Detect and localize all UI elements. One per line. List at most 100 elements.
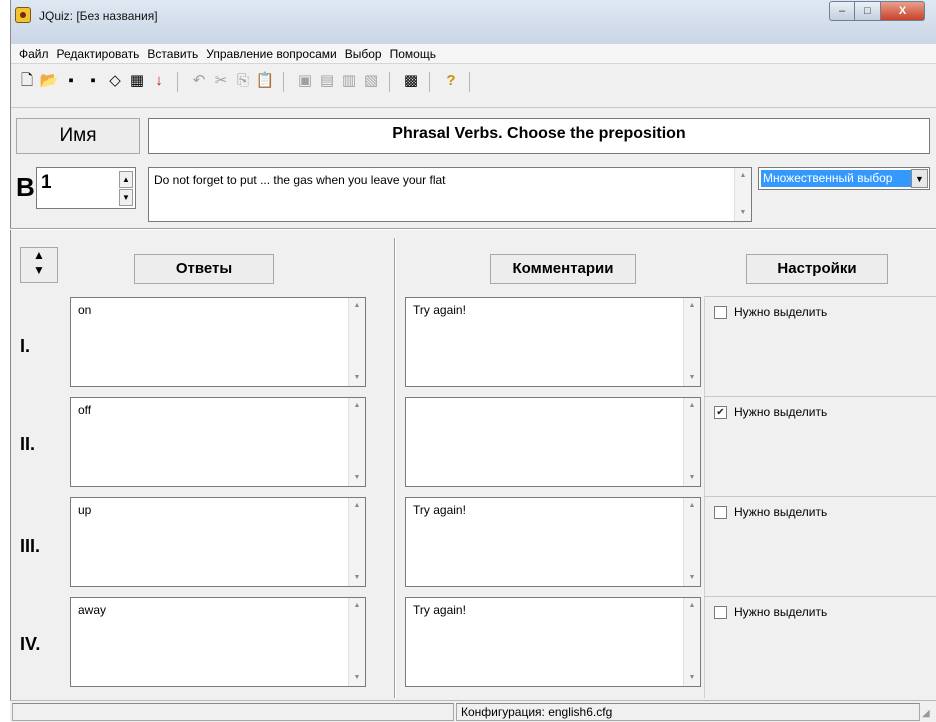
new-file-icon[interactable]: 🗋	[17, 70, 37, 92]
comment-input[interactable]: ▲ ▼	[405, 397, 701, 487]
scroll-up-icon[interactable]: ▲	[349, 298, 365, 314]
close-button[interactable]: X	[881, 1, 925, 21]
app-icon[interactable]	[15, 7, 31, 23]
copy-icon[interactable]: ⎘	[233, 70, 253, 92]
answer-scrollbar[interactable]: ▲ ▼	[348, 498, 365, 586]
answer-text[interactable]: off	[78, 403, 91, 417]
table-icon[interactable]: ▥	[339, 70, 359, 92]
scroll-down-icon[interactable]: ▼	[684, 370, 700, 386]
export-icon[interactable]: ▦	[127, 70, 147, 92]
answer-input[interactable]: up ▲ ▼	[70, 497, 366, 587]
correct-checkbox[interactable]: ✔	[714, 406, 727, 419]
question-type-select[interactable]: Множественный выбор ▼	[758, 167, 930, 190]
scroll-up-icon[interactable]: ▲	[684, 498, 700, 514]
reorder-button[interactable]: ▲ ▼	[20, 247, 58, 283]
toolbar-separator	[469, 72, 470, 92]
scroll-up-icon[interactable]: ▲	[735, 168, 751, 184]
comment-scrollbar[interactable]: ▲ ▼	[683, 298, 700, 386]
answer-input[interactable]: on ▲ ▼	[70, 297, 366, 387]
comment-input[interactable]: Try again! ▲ ▼	[405, 297, 701, 387]
question-text[interactable]: Do not forget to put ... the gas when yo…	[154, 173, 446, 187]
scroll-up-icon[interactable]: ▲	[684, 398, 700, 414]
correct-label[interactable]: Нужно выделить	[734, 605, 827, 619]
question-number-spinner[interactable]: 1 ▲ ▼	[36, 167, 136, 209]
eraser-icon[interactable]: ◇	[105, 70, 125, 92]
comment-text[interactable]: Try again!	[413, 503, 466, 517]
open-folder-icon[interactable]: 📂	[39, 70, 59, 92]
answer-text[interactable]: on	[78, 303, 91, 317]
status-config: Конфигурация: english6.cfg	[456, 703, 920, 721]
comments-button[interactable]: Комментарии	[490, 254, 636, 284]
help-icon[interactable]: ?	[441, 70, 461, 92]
answer-scrollbar[interactable]: ▲ ▼	[348, 398, 365, 486]
cut-icon[interactable]: ✂	[211, 70, 231, 92]
save-as-icon[interactable]: ▪	[83, 70, 103, 92]
menu-select[interactable]: Выбор	[341, 44, 386, 61]
spinner-down-icon[interactable]: ▼	[119, 189, 133, 206]
correct-checkbox[interactable]	[714, 506, 727, 519]
scroll-up-icon[interactable]: ▲	[684, 598, 700, 614]
name-button[interactable]: Имя	[16, 118, 140, 154]
menu-help[interactable]: Помощь	[386, 44, 440, 61]
question-text-area[interactable]: Do not forget to put ... the gas when yo…	[148, 167, 752, 222]
preview-icon[interactable]: ▩	[401, 70, 421, 92]
answer-text[interactable]: up	[78, 503, 91, 517]
scroll-up-icon[interactable]: ▲	[349, 498, 365, 514]
correct-label[interactable]: Нужно выделить	[734, 405, 827, 419]
question-type-value[interactable]: Множественный выбор	[761, 170, 911, 187]
comment-scrollbar[interactable]: ▲ ▼	[683, 598, 700, 686]
check-icon: ✔	[716, 407, 725, 418]
menu-edit[interactable]: Редактировать	[53, 44, 144, 61]
correct-checkbox[interactable]	[714, 306, 727, 319]
scroll-down-icon[interactable]: ▼	[684, 570, 700, 586]
answer-input[interactable]: off ▲ ▼	[70, 397, 366, 487]
row-number: IV.	[20, 634, 41, 654]
chevron-down-icon[interactable]: ▼	[911, 169, 928, 188]
spinner-up-icon[interactable]: ▲	[119, 171, 133, 188]
answer-input[interactable]: away ▲ ▼	[70, 597, 366, 687]
answer-scrollbar[interactable]: ▲ ▼	[348, 298, 365, 386]
down-arrow-icon[interactable]: ↓	[149, 70, 169, 92]
scroll-up-icon[interactable]: ▲	[349, 398, 365, 414]
link-icon[interactable]: ▤	[317, 70, 337, 92]
correct-label[interactable]: Нужно выделить	[734, 305, 827, 319]
comment-scrollbar[interactable]: ▲ ▼	[683, 398, 700, 486]
scroll-down-icon[interactable]: ▼	[349, 370, 365, 386]
scroll-down-icon[interactable]: ▼	[349, 570, 365, 586]
scroll-up-icon[interactable]: ▲	[684, 298, 700, 314]
minimize-button[interactable]: –	[829, 1, 855, 21]
answer-text[interactable]: away	[78, 603, 106, 617]
comment-scrollbar[interactable]: ▲ ▼	[683, 498, 700, 586]
image-icon[interactable]: ▣	[295, 70, 315, 92]
maximize-button[interactable]: □	[855, 1, 881, 21]
comment-input[interactable]: Try again! ▲ ▼	[405, 497, 701, 587]
menu-manage-questions[interactable]: Управление вопросами	[202, 44, 340, 61]
comment-input[interactable]: Try again! ▲ ▼	[405, 597, 701, 687]
settings-button[interactable]: Настройки	[746, 254, 888, 284]
menu-insert[interactable]: Вставить	[143, 44, 202, 61]
correct-label[interactable]: Нужно выделить	[734, 505, 827, 519]
scroll-down-icon[interactable]: ▼	[735, 205, 751, 221]
question-scrollbar[interactable]: ▲ ▼	[734, 168, 751, 221]
scroll-down-icon[interactable]: ▼	[349, 670, 365, 686]
answers-button[interactable]: Ответы	[134, 254, 274, 284]
scroll-down-icon[interactable]: ▼	[349, 470, 365, 486]
question-number[interactable]: 1	[41, 172, 52, 194]
paste-icon[interactable]: 📋	[255, 70, 275, 92]
tag-icon[interactable]: ▧	[361, 70, 381, 92]
menu-file[interactable]: Файл	[15, 44, 53, 61]
answer-scrollbar[interactable]: ▲ ▼	[348, 598, 365, 686]
resize-grip-icon[interactable]: ◢	[922, 708, 934, 720]
scroll-down-icon[interactable]: ▼	[684, 470, 700, 486]
correct-checkbox[interactable]	[714, 606, 727, 619]
toolbar-separator	[283, 72, 284, 92]
quiz-title-input[interactable]: Phrasal Verbs. Choose the preposition	[148, 118, 930, 154]
comment-text[interactable]: Try again!	[413, 303, 466, 317]
save-icon[interactable]: ▪	[61, 70, 81, 92]
title-bar[interactable]: JQuiz: [Без названия] – □ X	[11, 0, 936, 44]
undo-icon[interactable]: ↶	[189, 70, 209, 92]
scroll-up-icon[interactable]: ▲	[349, 598, 365, 614]
scroll-down-icon[interactable]: ▼	[684, 670, 700, 686]
comment-text[interactable]: Try again!	[413, 603, 466, 617]
settings-panel: ✔ Нужно выделить	[704, 396, 936, 496]
